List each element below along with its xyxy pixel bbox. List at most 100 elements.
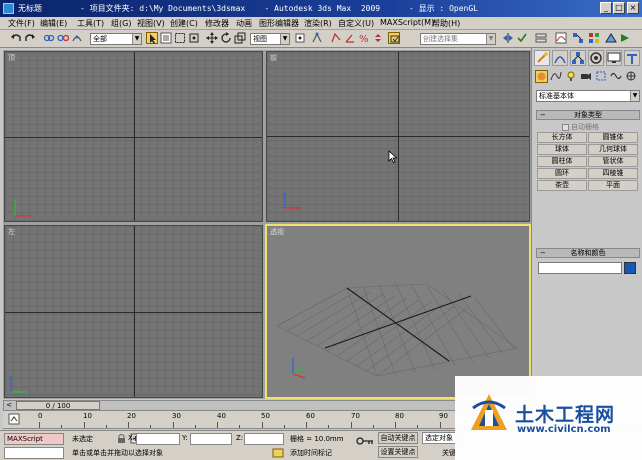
- menu-animation[interactable]: 动画: [236, 18, 252, 29]
- geosphere-button[interactable]: 几何球体: [588, 144, 638, 155]
- time-slider-thumb[interactable]: 0 / 100: [16, 401, 100, 410]
- tab-display-icon[interactable]: [606, 50, 622, 66]
- object-color-swatch[interactable]: [624, 262, 636, 274]
- align-icon[interactable]: [516, 32, 528, 44]
- material-editor-icon[interactable]: [588, 32, 600, 44]
- render-setup-icon[interactable]: [605, 32, 617, 44]
- layer-manager-icon[interactable]: [535, 32, 547, 44]
- time-slider[interactable]: < 0 / 100 >: [3, 400, 531, 411]
- mirror-icon[interactable]: [502, 32, 514, 44]
- menu-help[interactable]: 帮助(H): [432, 18, 460, 29]
- lights-icon[interactable]: [565, 70, 578, 83]
- minimize-button[interactable]: _: [600, 2, 612, 14]
- torus-button[interactable]: 圆环: [537, 168, 587, 179]
- select-and-move-icon[interactable]: [206, 32, 218, 44]
- box-button[interactable]: 长方体: [537, 132, 587, 143]
- shapes-icon[interactable]: [550, 70, 563, 83]
- select-by-name-icon[interactable]: [160, 32, 172, 44]
- maximize-button[interactable]: □: [613, 2, 625, 14]
- snap-toggle-icon[interactable]: [330, 32, 342, 44]
- cylinder-button[interactable]: 圆柱体: [537, 156, 587, 167]
- key-filters-button[interactable]: 关键: [442, 448, 456, 458]
- menu-graph-editors[interactable]: 图形编辑器: [259, 18, 299, 29]
- set-key-button[interactable]: 设置关键点: [378, 446, 418, 458]
- tab-create-icon[interactable]: [534, 50, 550, 66]
- app-icon[interactable]: [3, 3, 14, 14]
- menu-rendering[interactable]: 渲染(R): [304, 18, 332, 29]
- pivot-center-icon[interactable]: [294, 32, 306, 44]
- viewport-label[interactable]: 顶: [8, 53, 15, 63]
- named-selection-dropdown[interactable]: 创建选择集 ▼: [420, 33, 496, 45]
- select-and-manipulate-icon[interactable]: [311, 32, 323, 44]
- pyramid-button[interactable]: 四棱锥: [588, 168, 638, 179]
- maxscript-listener[interactable]: MAXScript: [4, 433, 64, 445]
- schematic-view-icon[interactable]: [572, 32, 584, 44]
- x-coordinate-field[interactable]: [136, 433, 180, 445]
- viewport-left[interactable]: 左: [4, 225, 263, 398]
- prev-frame-icon[interactable]: <: [4, 401, 14, 410]
- name-color-rollout[interactable]: − 名称和颜色: [536, 248, 640, 258]
- object-type-rollout[interactable]: − 对象类型: [536, 110, 640, 120]
- select-object-icon[interactable]: [146, 32, 158, 44]
- viewport-front[interactable]: 前: [266, 51, 530, 222]
- viewport-top[interactable]: 顶: [4, 51, 263, 222]
- add-time-tag[interactable]: 添加时间标记: [290, 448, 332, 458]
- systems-icon[interactable]: [625, 70, 638, 83]
- viewport-label[interactable]: 左: [8, 227, 15, 237]
- autogrid-checkbox[interactable]: 自动栅格: [562, 122, 599, 132]
- time-tag-icon[interactable]: [272, 447, 284, 459]
- rectangular-selection-icon[interactable]: [174, 32, 186, 44]
- window-crossing-icon[interactable]: [188, 32, 200, 44]
- curve-editor-icon[interactable]: [555, 32, 567, 44]
- plane-button[interactable]: 平面: [588, 180, 638, 191]
- tab-hierarchy-icon[interactable]: [570, 50, 586, 66]
- select-and-scale-icon[interactable]: [234, 32, 246, 44]
- menu-create[interactable]: 创建(C): [170, 18, 198, 29]
- menu-customize[interactable]: 自定义(U): [338, 18, 374, 29]
- redo-icon[interactable]: [24, 32, 36, 44]
- undo-icon[interactable]: [10, 32, 22, 44]
- tab-utilities-icon[interactable]: [624, 50, 640, 66]
- teapot-button[interactable]: 茶壶: [537, 180, 587, 191]
- select-and-rotate-icon[interactable]: [220, 32, 232, 44]
- selection-filter-dropdown[interactable]: 全部 ▼: [90, 33, 142, 45]
- angle-snap-icon[interactable]: [344, 32, 356, 44]
- lock-selection-icon[interactable]: [116, 433, 127, 444]
- tab-motion-icon[interactable]: [588, 50, 604, 66]
- menu-maxscript[interactable]: MAXScript(M): [380, 18, 434, 27]
- space-warps-icon[interactable]: [610, 70, 623, 83]
- bind-to-space-warp-icon[interactable]: [71, 32, 83, 44]
- select-and-link-icon[interactable]: [43, 32, 55, 44]
- named-selection-edit-icon[interactable]: [388, 32, 400, 44]
- helpers-icon[interactable]: [595, 70, 608, 83]
- menu-modifiers[interactable]: 修改器: [205, 18, 229, 29]
- close-button[interactable]: ×: [627, 2, 639, 14]
- cone-button[interactable]: 圆锥体: [588, 132, 638, 143]
- cameras-icon[interactable]: [580, 70, 593, 83]
- reference-coord-dropdown[interactable]: 视图 ▼: [250, 33, 290, 45]
- render-production-icon[interactable]: [619, 32, 631, 44]
- menu-edit[interactable]: 编辑(E): [40, 18, 67, 29]
- percent-snap-icon[interactable]: %: [358, 32, 370, 44]
- menu-tools[interactable]: 工具(T): [77, 18, 104, 29]
- sphere-button[interactable]: 球体: [537, 144, 587, 155]
- viewport-perspective[interactable]: 透视: [265, 224, 531, 399]
- track-bar[interactable]: 0 10 20 30 40 50 60 70 80 90 100: [3, 411, 531, 429]
- maxscript-mini-input[interactable]: [4, 447, 64, 459]
- menu-file[interactable]: 文件(F): [8, 18, 35, 29]
- tube-button[interactable]: 管状体: [588, 156, 638, 167]
- menu-views[interactable]: 视图(V): [137, 18, 165, 29]
- viewport-label[interactable]: 前: [270, 53, 277, 63]
- y-coordinate-field[interactable]: [190, 433, 232, 445]
- geometry-icon[interactable]: [535, 70, 548, 83]
- track-bar-toggle-icon[interactable]: [8, 413, 20, 425]
- unlink-selection-icon[interactable]: [57, 32, 69, 44]
- spinner-snap-icon[interactable]: [372, 32, 384, 44]
- menu-group[interactable]: 组(G): [111, 18, 131, 29]
- key-selection-dropdown[interactable]: 选定对象: [422, 432, 458, 444]
- object-name-input[interactable]: [538, 262, 622, 274]
- auto-key-button[interactable]: 自动关键点: [378, 432, 418, 444]
- z-coordinate-field[interactable]: [244, 433, 284, 445]
- key-icon[interactable]: [356, 436, 374, 446]
- tab-modify-icon[interactable]: [552, 50, 568, 66]
